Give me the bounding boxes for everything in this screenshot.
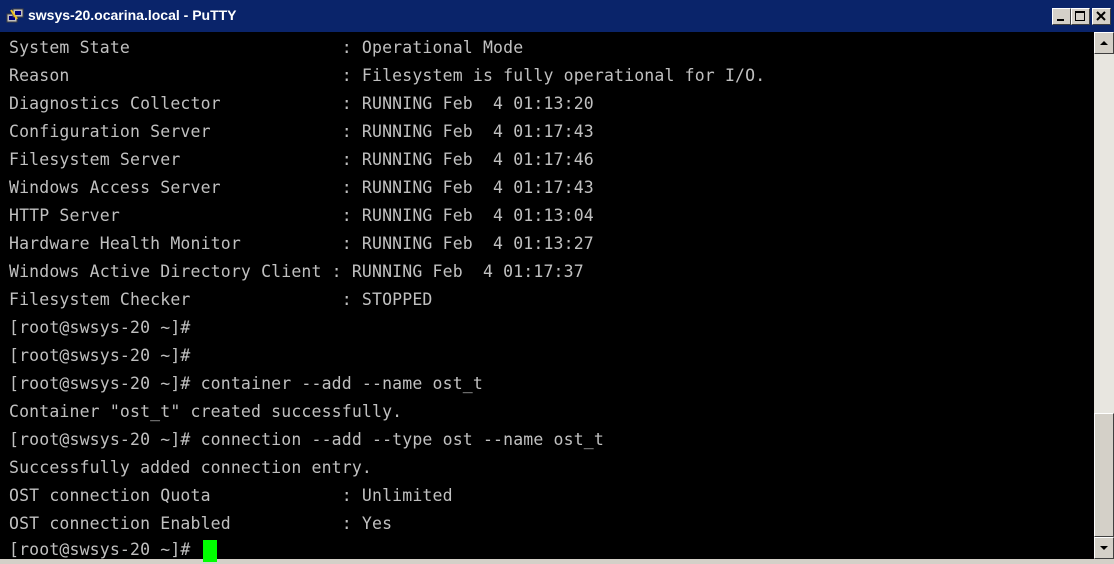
vertical-scrollbar[interactable] [1094, 32, 1114, 559]
terminal-line: Filesystem Server : RUNNING Feb 4 01:17:… [9, 150, 594, 169]
terminal-line: Windows Active Directory Client : RUNNIN… [9, 262, 584, 281]
prompt-text: [root@swsys-20 ~]# [9, 540, 201, 559]
prompt-line[interactable]: [root@swsys-20 ~]# [9, 536, 217, 564]
close-button[interactable] [1092, 8, 1111, 25]
terminal-line: HTTP Server : RUNNING Feb 4 01:13:04 [9, 206, 594, 225]
arrow-up-icon [1100, 41, 1108, 45]
terminal-line: Successfully added connection entry. [9, 458, 373, 477]
window-title: swsys-20.ocarina.local - PuTTY [28, 7, 237, 23]
terminal-line: [root@swsys-20 ~]# connection --add --ty… [9, 430, 604, 449]
scroll-down-button[interactable] [1094, 537, 1114, 559]
arrow-down-icon [1100, 546, 1108, 550]
terminal-line: Reason : Filesystem is fully operational… [9, 66, 766, 85]
maximize-button[interactable] [1071, 8, 1090, 25]
maximize-icon [1075, 11, 1085, 21]
terminal-line: OST connection Enabled : Yes [9, 514, 393, 533]
terminal-line: Hardware Health Monitor : RUNNING Feb 4 … [9, 234, 594, 253]
scrollbar-thumb[interactable] [1094, 413, 1114, 537]
minimize-button[interactable] [1052, 8, 1071, 25]
terminal-line: Windows Access Server : RUNNING Feb 4 01… [9, 178, 594, 197]
terminal-area[interactable]: System State : Operational Mode Reason :… [0, 32, 1094, 562]
text-cursor [202, 539, 217, 562]
terminal-line: Container "ost_t" created successfully. [9, 402, 403, 421]
terminal-line: Filesystem Checker : STOPPED [9, 290, 433, 309]
terminal-line: [root@swsys-20 ~]# [9, 346, 191, 365]
terminal-line: [root@swsys-20 ~]# [9, 318, 191, 337]
terminal-line: Diagnostics Collector : RUNNING Feb 4 01… [9, 94, 594, 113]
title-bar[interactable]: swsys-20.ocarina.local - PuTTY [0, 0, 1114, 32]
terminal-line: Configuration Server : RUNNING Feb 4 01:… [9, 122, 594, 141]
terminal-line: OST connection Quota : Unlimited [9, 486, 453, 505]
putty-window: swsys-20.ocarina.local - PuTTY System St… [0, 0, 1114, 562]
terminal-line: [root@swsys-20 ~]# container --add --nam… [9, 374, 483, 393]
scroll-up-button[interactable] [1094, 32, 1114, 54]
putty-icon[interactable] [6, 7, 24, 25]
close-icon [1096, 11, 1106, 21]
minimize-icon [1057, 19, 1064, 21]
terminal-line: System State : Operational Mode [9, 38, 524, 57]
